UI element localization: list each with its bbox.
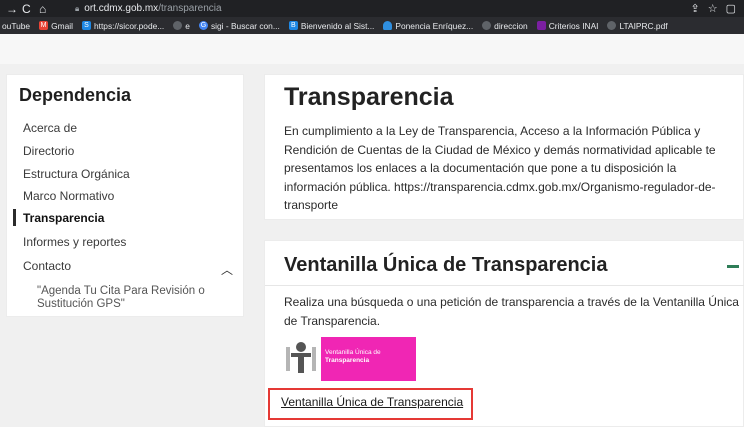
inai-icon — [536, 21, 546, 30]
bookmark-sicor[interactable]: Shttps://sicor.pode... — [81, 20, 165, 31]
bookmark-bienvenido[interactable]: B Bienvenido al Sist... — [288, 20, 375, 31]
browser-toolbar: → C ⌂ 🔒︎ ort.cdmx.gob.mx/transparencia ⇪… — [0, 0, 744, 17]
sidebar-item-directorio[interactable]: Directorio — [23, 144, 74, 158]
home-icon[interactable]: ⌂ — [39, 0, 46, 17]
bookmark-ponencia[interactable]: Ponencia Enríquez... — [383, 21, 473, 31]
bookmark-sigi[interactable]: Gsigi - Buscar con... — [198, 20, 280, 31]
chevron-up-icon[interactable]: ︿ — [221, 261, 233, 278]
sidebar: Dependencia Acerca de Directorio Estruct… — [6, 74, 244, 317]
bookmarks-bar: ouTube M Gmail Shttps://sicor.pode... e G… — [0, 17, 744, 34]
sidebar-subitem-agenda[interactable]: "Agenda Tu Cita Para Revisión o Sustituc… — [37, 285, 217, 311]
bookmark-label: Criterios INAI — [548, 20, 599, 31]
active-indicator — [13, 209, 16, 226]
sidebar-item-estructura-organica[interactable]: Estructura Orgánica — [23, 167, 130, 181]
section-title: Ventanilla Única de Transparencia — [284, 254, 608, 276]
collapse-icon[interactable] — [727, 265, 739, 268]
sidebar-item-transparencia[interactable]: Transparencia — [23, 211, 104, 225]
sidebar-item-acerca-de[interactable]: Acerca de — [23, 121, 77, 135]
ventanilla-panel: Ventanilla Única de Transparencia Realiz… — [264, 240, 744, 427]
bookmark-label: Gmail — [51, 20, 73, 31]
globe-icon — [607, 21, 617, 30]
bookmark-label: LTAIPRC.pdf — [619, 20, 668, 31]
gmail-icon: M — [39, 21, 49, 30]
divider — [265, 285, 744, 286]
logo-line-2: Transparencia — [325, 357, 370, 364]
bookmark-criterios[interactable]: Criterios INAI — [536, 20, 599, 31]
sicor-icon: S — [81, 21, 91, 30]
bookmark-label: sigi - Buscar con... — [210, 20, 280, 31]
sidebar-item-informes[interactable]: Informes y reportes — [23, 235, 126, 249]
page-title: Transparencia — [284, 83, 454, 111]
url-path: /transparencia — [158, 3, 222, 14]
bookmark-label: ouTube — [2, 20, 31, 31]
lock-icon: 🔒︎ — [75, 3, 80, 13]
cloud-icon — [383, 21, 393, 30]
bookmark-e[interactable]: e — [173, 21, 190, 31]
address-bar[interactable]: 🔒︎ ort.cdmx.gob.mx/transparencia — [75, 2, 615, 15]
ventanilla-logo[interactable]: Ventanilla Única de Transparencia — [286, 337, 416, 381]
bookmark-gmail[interactable]: M Gmail — [39, 21, 73, 31]
sidebar-toggle-icon[interactable]: ▢ — [726, 2, 736, 15]
section-text: Realiza una búsqueda o una petición de t… — [284, 295, 739, 328]
bookmark-label: Bienvenido al Sist... — [300, 20, 375, 31]
star-icon[interactable]: ☆ — [708, 2, 718, 15]
bookmark-ltaiprc[interactable]: LTAIPRC.pdf — [607, 20, 668, 31]
sidebar-title: Dependencia — [19, 85, 132, 105]
sidebar-item-marco-normativo[interactable]: Marco Normativo — [23, 189, 114, 203]
logo-line-1: Ventanilla Única de — [325, 349, 381, 356]
transparency-person-icon — [286, 342, 316, 373]
bookmark-label: direccion — [494, 20, 528, 31]
bookmark-label: Ponencia Enríquez... — [395, 20, 474, 31]
intro-text: En cumplimiento a la Ley de Transparenci… — [284, 124, 716, 213]
logo-badge: Ventanilla Única de Transparencia — [321, 337, 416, 381]
page-header-strip — [0, 34, 744, 64]
reload-icon[interactable]: C — [22, 0, 31, 17]
back-arrow-icon[interactable]: → — [6, 0, 18, 17]
globe-icon — [173, 21, 183, 30]
globe-icon — [482, 21, 492, 30]
google-icon: G — [198, 21, 208, 30]
transparency-panel: Transparencia En cumplimiento a la Ley d… — [264, 74, 744, 220]
url-host: ort.cdmx.gob.mx — [84, 3, 159, 14]
share-icon[interactable]: ⇪ — [691, 2, 700, 15]
bookmark-label: https://sicor.pode... — [93, 20, 165, 31]
bookmark-label: e — [185, 20, 190, 31]
bookmark-direccion[interactable]: direccion — [482, 21, 528, 31]
sidebar-item-contacto[interactable]: Contacto — [23, 259, 71, 273]
sistema-icon: B — [288, 21, 298, 30]
bookmark-youtube[interactable]: ouTube — [2, 21, 30, 31]
ventanilla-link[interactable]: Ventanilla Única de Transparencia — [281, 395, 463, 409]
